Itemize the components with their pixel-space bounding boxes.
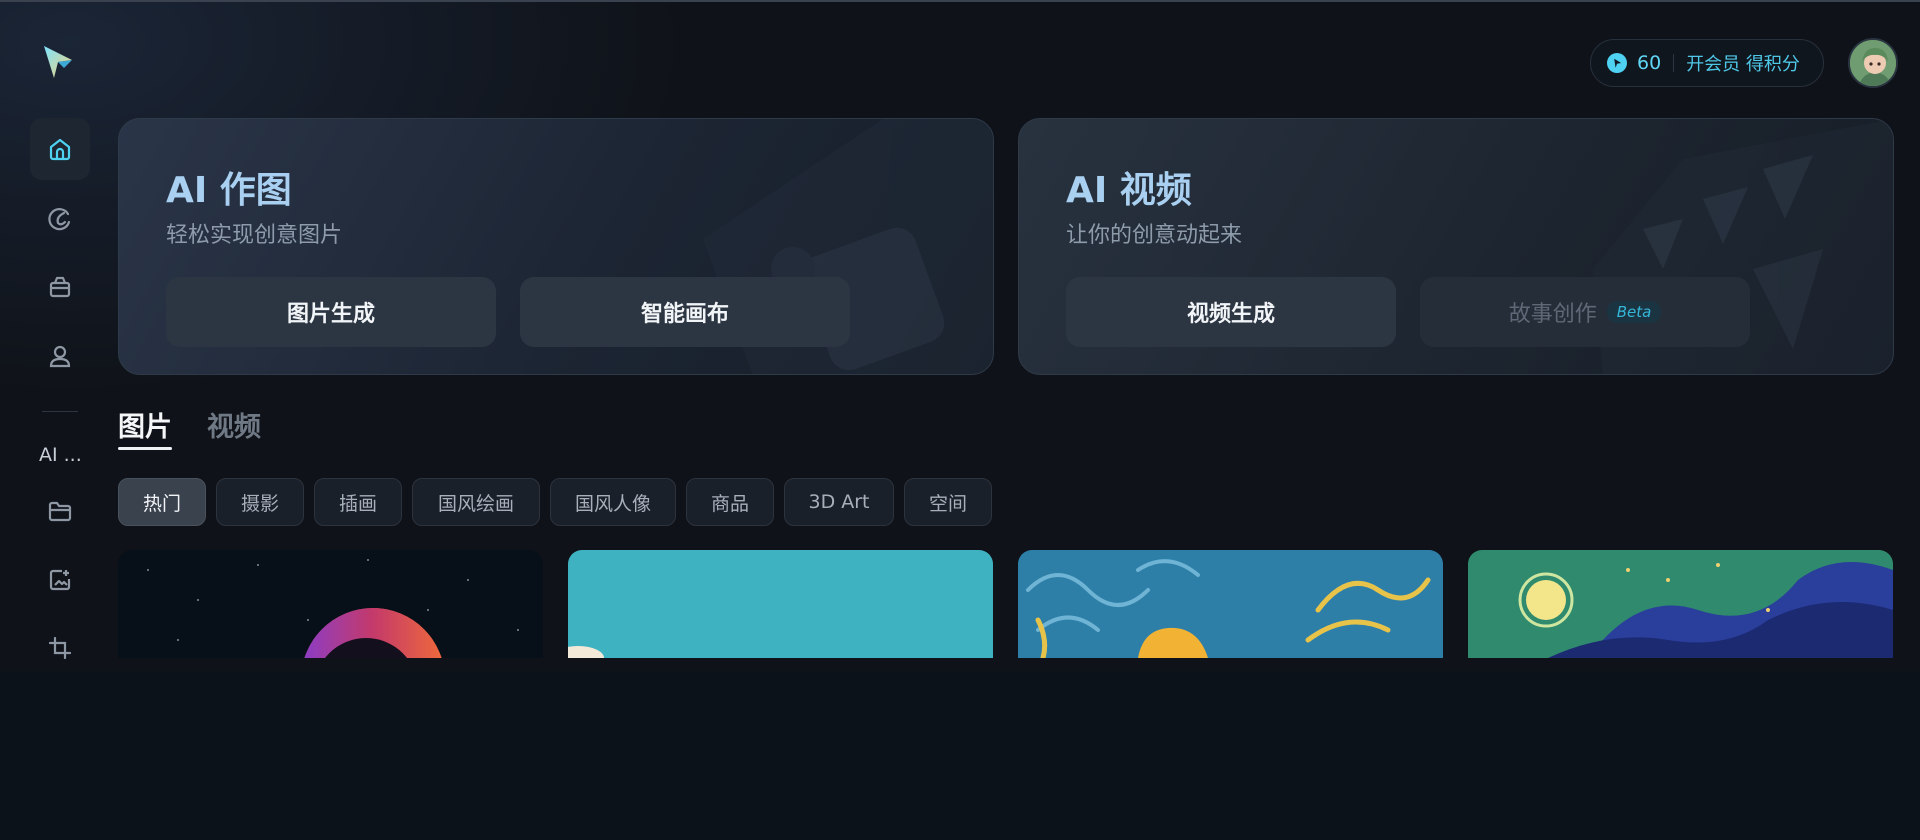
gallery-item-starry-night[interactable] xyxy=(1468,550,1893,658)
chip-chinese-painting[interactable]: 国风绘画 xyxy=(412,478,540,526)
user-avatar[interactable] xyxy=(1848,38,1898,88)
membership-link[interactable]: 开会员 得积分 xyxy=(1686,50,1800,76)
smart-canvas-button[interactable]: 智能画布 xyxy=(520,277,850,347)
chip-3d-art[interactable]: 3D Art xyxy=(784,478,894,526)
hero-title: AI 作图 xyxy=(166,170,292,211)
button-label: 视频生成 xyxy=(1186,302,1275,327)
tab-videos[interactable]: 视频 xyxy=(207,405,261,444)
empty-background xyxy=(0,671,1920,840)
app-window: AI ... 60 开会员 得积分 AI 作图 轻松实现创意图片 图片生成 智能… xyxy=(0,0,1920,671)
home-icon xyxy=(49,138,71,161)
user-icon xyxy=(49,345,71,368)
hero-title: AI 视频 xyxy=(1066,170,1192,211)
chip-space[interactable]: 空间 xyxy=(904,478,992,526)
hero-subtitle: 轻松实现创意图片 xyxy=(166,223,343,248)
sidebar-item-box[interactable] xyxy=(30,256,90,318)
sidebar-item-user[interactable] xyxy=(30,325,90,387)
chip-hot[interactable]: 热门 xyxy=(118,478,206,526)
box-icon xyxy=(49,276,71,298)
sidebar-tool-crop[interactable] xyxy=(30,617,90,671)
gallery-item-astronaut[interactable] xyxy=(118,550,543,658)
image-generate-button[interactable]: 图片生成 xyxy=(166,277,496,347)
gallery-item-teal[interactable] xyxy=(568,550,993,658)
active-tab-indicator xyxy=(118,447,172,450)
points-value: 60 xyxy=(1637,52,1662,74)
swirl-icon xyxy=(48,208,71,231)
sidebar-section-label: AI ... xyxy=(39,444,82,466)
sidebar-tool-image-edit[interactable] xyxy=(30,549,90,611)
sidebar-item-home[interactable] xyxy=(30,118,90,180)
button-label: 故事创作 xyxy=(1508,302,1597,327)
tab-images[interactable]: 图片 xyxy=(118,405,172,444)
sidebar-divider xyxy=(42,411,78,412)
beta-badge: Beta xyxy=(1606,301,1662,323)
pill-divider xyxy=(1673,54,1675,72)
chip-chinese-portrait[interactable]: 国风人像 xyxy=(550,478,676,526)
hero-card-ai-video: AI 视频 让你的创意动起来 视频生成 故事创作 Beta xyxy=(1018,118,1894,375)
sidebar-tool-folder[interactable] xyxy=(30,480,90,542)
button-label: 智能画布 xyxy=(640,302,729,327)
folder-icon xyxy=(48,501,72,522)
chip-illustration[interactable]: 插画 xyxy=(314,478,402,526)
image-edit-icon xyxy=(49,569,71,591)
button-label: 图片生成 xyxy=(286,302,375,327)
hero-card-ai-image: AI 作图 轻松实现创意图片 图片生成 智能画布 xyxy=(118,118,994,375)
chip-photography[interactable]: 摄影 xyxy=(216,478,304,526)
chip-product[interactable]: 商品 xyxy=(686,478,774,526)
crop-icon xyxy=(48,636,72,660)
app-logo[interactable] xyxy=(38,42,78,82)
gallery-item-swirls[interactable] xyxy=(1018,550,1443,658)
points-pill[interactable]: 60 开会员 得积分 xyxy=(1590,39,1824,87)
sidebar-item-swirl[interactable] xyxy=(30,188,90,250)
story-create-button[interactable]: 故事创作 Beta xyxy=(1420,277,1750,347)
video-generate-button[interactable]: 视频生成 xyxy=(1066,277,1396,347)
coin-icon xyxy=(1607,53,1627,73)
hero-subtitle: 让你的创意动起来 xyxy=(1066,223,1243,248)
